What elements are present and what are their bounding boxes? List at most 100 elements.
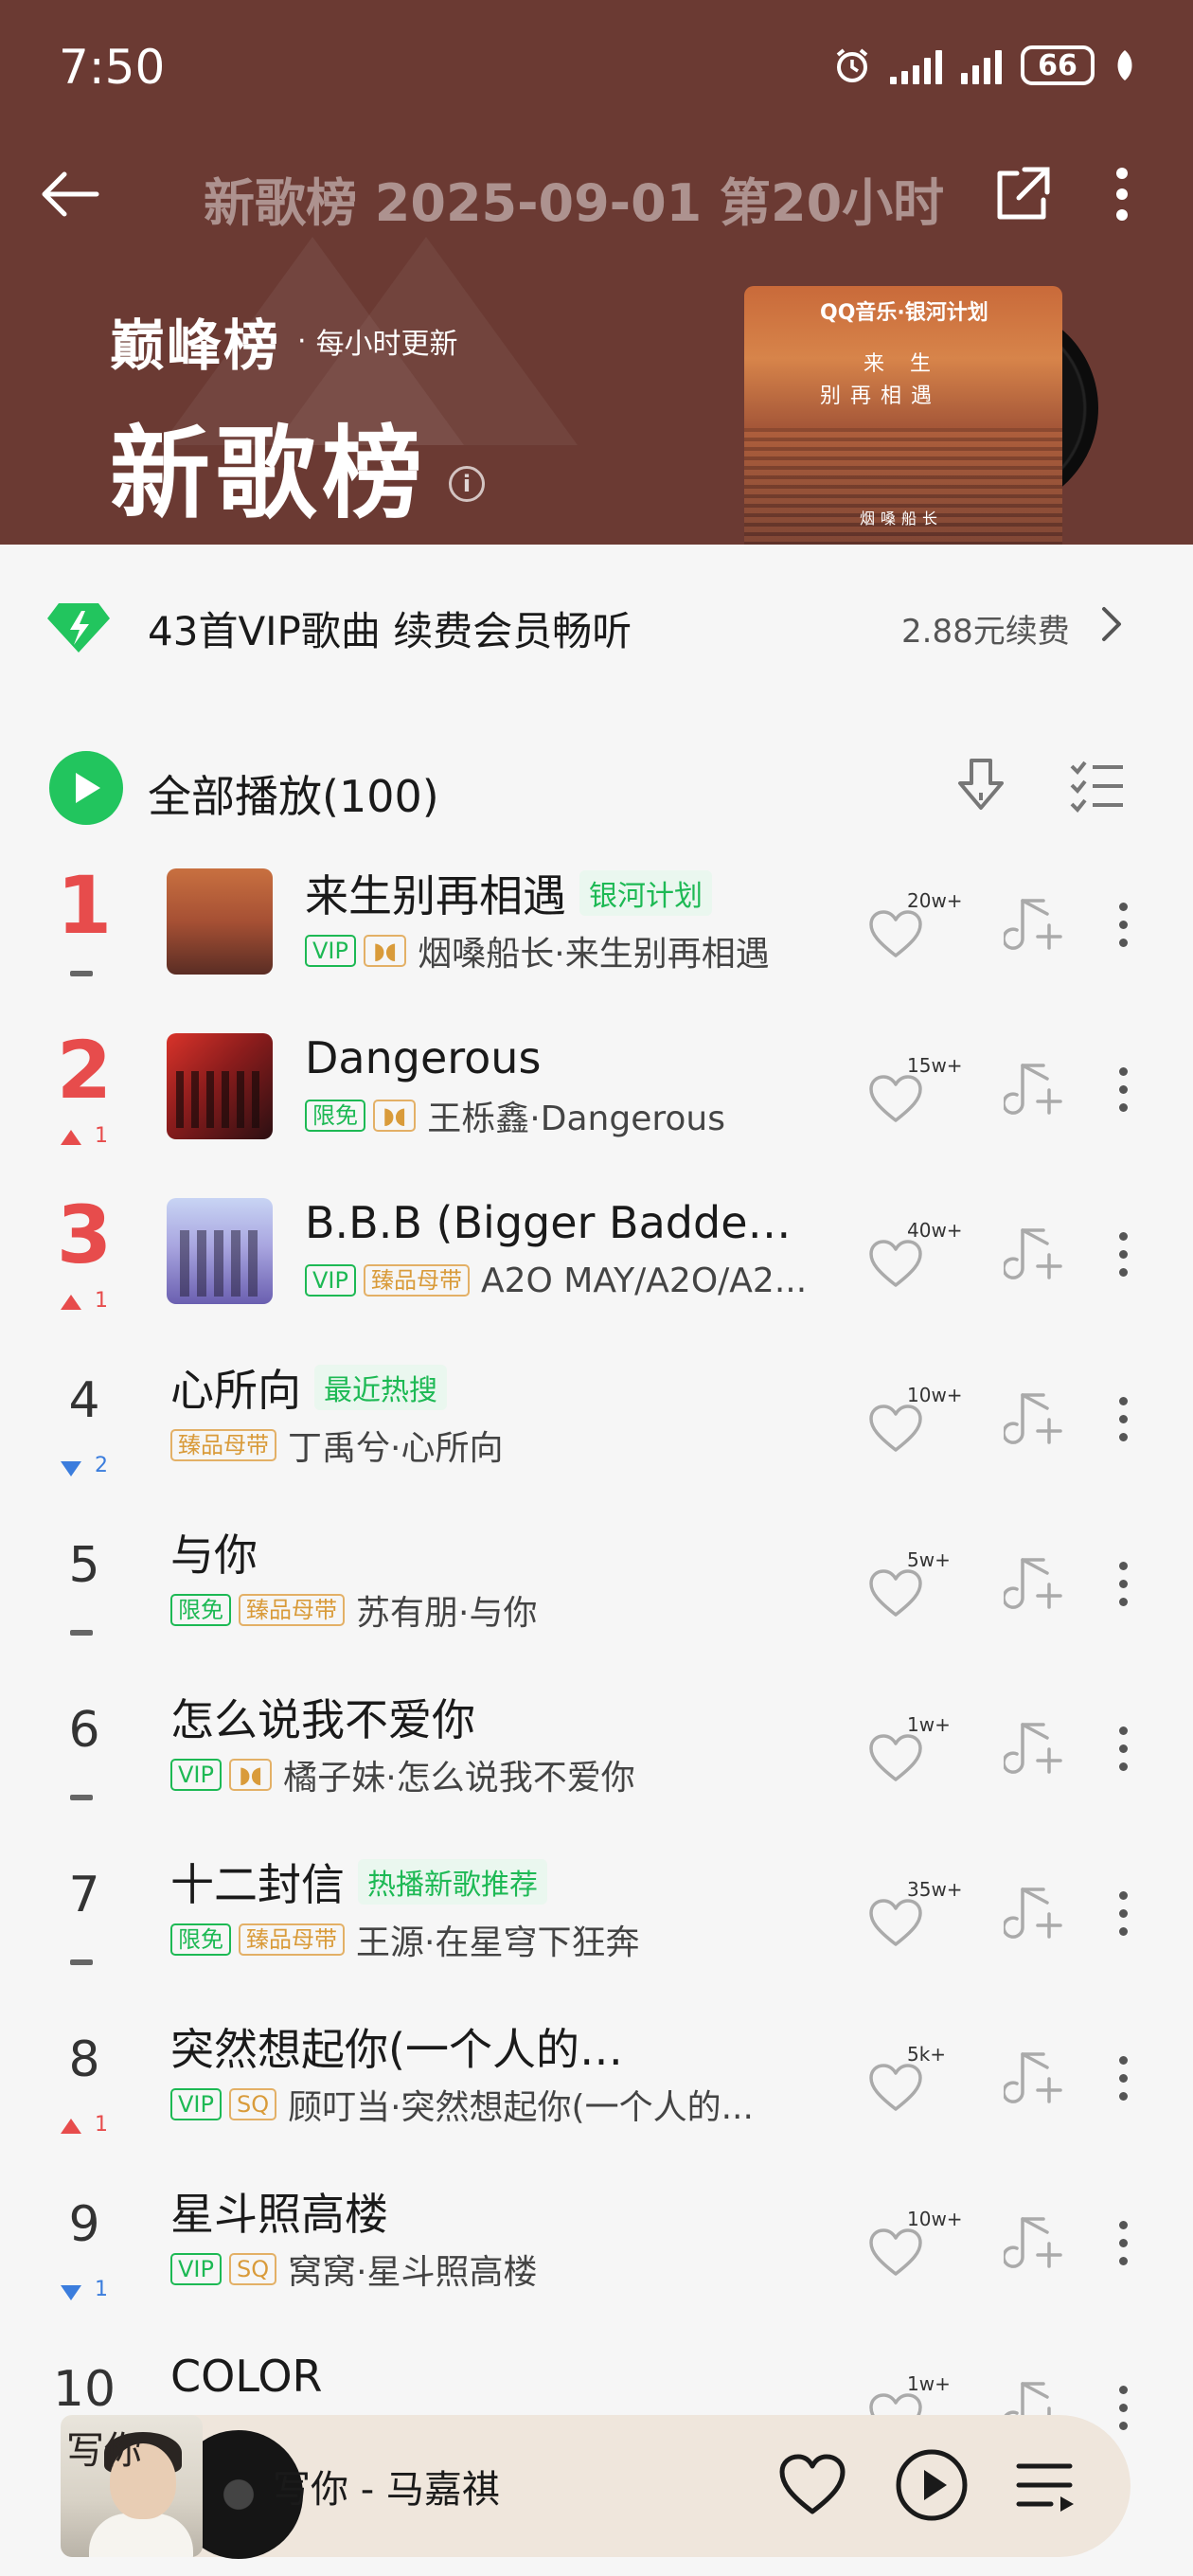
song-row[interactable]: 9 1 星斗照高楼 VIP SQ 窝窝·星斗照高楼 10w+ [0,2175,1193,2340]
add-to-playlist-icon[interactable] [1004,1391,1064,1448]
like-button[interactable]: 20w+ [867,889,963,961]
song-row[interactable]: 5 与你 限免 臻品母带 苏有朋·与你 5w+ [0,1516,1193,1681]
mini-album-cover[interactable]: 写你 [61,2415,203,2557]
row-more-button[interactable] [1104,1715,1142,1781]
cover-artist: 烟嗓船长 [860,510,944,528]
free-badge: 限免 [170,1594,231,1626]
featured-album[interactable]: QQ音乐·银河计划 来 生 别再相遇 烟嗓船长 [744,286,1104,545]
add-to-playlist-icon[interactable] [1004,1556,1064,1613]
song-row[interactable]: 2 1 Dangerous 限免 ◗◖ 王栎鑫·Dangerous 15w+ [0,1022,1193,1187]
heart-icon [869,1240,922,1287]
add-to-playlist-icon[interactable] [1004,1226,1064,1283]
like-button[interactable]: 5w+ [867,1548,953,1620]
vip-badge: VIP [170,1759,222,1791]
song-info[interactable]: 星斗照高楼 VIP SQ 窝窝·星斗照高楼 [170,2183,538,2293]
row-more-button[interactable] [1104,1880,1142,1946]
like-button[interactable]: 40w+ [867,1219,963,1291]
song-cover[interactable] [167,1033,273,1139]
add-to-playlist-icon[interactable] [1004,2050,1064,2107]
song-info[interactable]: 十二封信 热播新歌推荐 限免 臻品母带 王源·在星穹下狂奔 [170,1853,639,1963]
song-row[interactable]: 4 2 心所向 最近热搜 臻品母带 丁禹兮·心所向 10w+ [0,1351,1193,1516]
like-button[interactable]: 5k+ [867,2043,953,2115]
row-more-button[interactable] [1104,1550,1142,1617]
play-pause-icon[interactable] [894,2447,970,2523]
song-artist-album: 王栎鑫·Dangerous [427,1100,725,1138]
row-more-button[interactable] [1104,1056,1142,1122]
alarm-icon [836,48,868,82]
row-more-button[interactable] [1104,1386,1142,1452]
playlist-icon[interactable] [1013,2453,1079,2519]
song-title: 怎么说我不爱你 [170,1694,475,1745]
row-more-button[interactable] [1104,1221,1142,1287]
song-row[interactable]: 8 1 突然想起你(一个人的夜我的... VIPSQ 顾叮当·突然想起你(一个人的...… [0,2011,1193,2175]
like-count: 1w+ [907,1713,951,1736]
info-icon[interactable]: i [449,466,485,502]
status-time: 7:50 [59,40,166,95]
song-info[interactable]: 与你 限免 臻品母带 苏有朋·与你 [170,1524,537,1634]
play-all-label[interactable]: 全部播放(100) [148,762,439,825]
like-button[interactable]: 10w+ [867,1384,963,1456]
song-row[interactable]: 1 来生别再相遇 银河计划 VIP ◗◖ 烟嗓船长·来生别再相遇 20w+ [0,857,1193,1022]
cellular-signal-icon [961,46,1002,84]
add-to-playlist-icon[interactable] [1004,1062,1064,1118]
brand-name: 巅峰榜 [110,313,281,378]
play-all-button[interactable] [49,751,123,825]
rank-trend: 1 [53,2113,119,2139]
rank-number: 2 [56,1024,113,1117]
back-button[interactable] [32,161,108,227]
song-info[interactable]: 怎么说我不爱你 VIP ◗◖ 橘子妹·怎么说我不爱你 [170,1689,635,1798]
song-info[interactable]: Dangerous 限免 ◗◖ 王栎鑫·Dangerous [305,1029,725,1139]
mini-player[interactable]: 写你 写你 - 马嘉祺 [61,2415,1131,2559]
add-to-playlist-icon[interactable] [1004,2215,1064,2272]
heart-icon[interactable] [776,2451,848,2519]
rank-unchanged-icon [70,971,93,976]
nav-bar: 新歌榜 2025-09-01 第20小时 [0,142,1193,246]
song-artist-album: 窝窝·星斗照高楼 [288,2253,538,2292]
vip-renew-price[interactable]: 2.88元续费 [901,605,1070,652]
add-to-playlist-icon[interactable] [1004,897,1064,954]
heart-icon [869,1569,922,1617]
add-to-playlist-icon[interactable] [1004,1886,1064,1942]
vip-badge: VIP [305,1264,356,1297]
play-all-bar: 全部播放(100) [0,734,1193,838]
song-cover[interactable] [167,1198,273,1304]
song-row[interactable]: 6 怎么说我不爱你 VIP ◗◖ 橘子妹·怎么说我不爱你 1w+ [0,1681,1193,1846]
like-button[interactable]: 10w+ [867,2208,963,2280]
rank-number: 7 [68,1867,100,1923]
share-button[interactable] [985,161,1060,227]
song-row[interactable]: 3 1 B.B.B (Bigger Badder... VIP 臻品母带 A2O MAY/… [0,1187,1193,1351]
more-options-button[interactable] [1098,161,1146,227]
rank-trend [53,1952,119,1975]
now-playing-title[interactable]: 写你 - 马嘉祺 [273,2459,500,2513]
row-more-button[interactable] [1104,891,1142,957]
vip-renew-banner[interactable]: 43首VIP歌曲 续费会员畅听 2.88元续费 [0,545,1193,706]
rank-unchanged-icon [70,1959,93,1965]
song-row[interactable]: 7 十二封信 热播新歌推荐 限免 臻品母带 王源·在星穹下狂奔 35w+ [0,1846,1193,2011]
rank-trend [53,1622,119,1645]
like-button[interactable]: 15w+ [867,1054,963,1126]
song-info[interactable]: B.B.B (Bigger Badder... VIP 臻品母带 A2O MAY/A2… [305,1194,807,1304]
multi-select-icon[interactable] [1066,755,1127,815]
add-to-playlist-icon[interactable] [1004,1721,1064,1778]
song-info[interactable]: 来生别再相遇 银河计划 VIP ◗◖ 烟嗓船长·来生别再相遇 [305,865,770,975]
cover-text: 来 生 [864,352,940,376]
like-button[interactable]: 35w+ [867,1878,963,1950]
song-info[interactable]: 突然想起你(一个人的夜我的... VIPSQ 顾叮当·突然想起你(一个人的... [170,2018,754,2128]
song-cover[interactable] [167,868,273,975]
back-arrow-icon [42,171,99,217]
row-more-button[interactable] [1104,2374,1142,2441]
rank-trend: 1 [53,1124,119,1151]
vip-badge: VIP [305,935,356,967]
rank-down-icon [61,1461,81,1476]
song-info[interactable]: 心所向 最近热搜 臻品母带 丁禹兮·心所向 [170,1359,503,1469]
like-count: 5k+ [907,2043,947,2066]
cellular-signal-icon [890,46,942,84]
row-more-button[interactable] [1104,2045,1142,2111]
cover-text: 别再相遇 [820,385,942,408]
download-icon[interactable] [951,755,1011,815]
row-more-button[interactable] [1104,2209,1142,2276]
power-saving-leaf-icon [1117,50,1132,80]
free-badge: 限免 [170,1923,231,1956]
like-button[interactable]: 1w+ [867,1713,953,1785]
vip-badge: VIP [170,2253,222,2285]
